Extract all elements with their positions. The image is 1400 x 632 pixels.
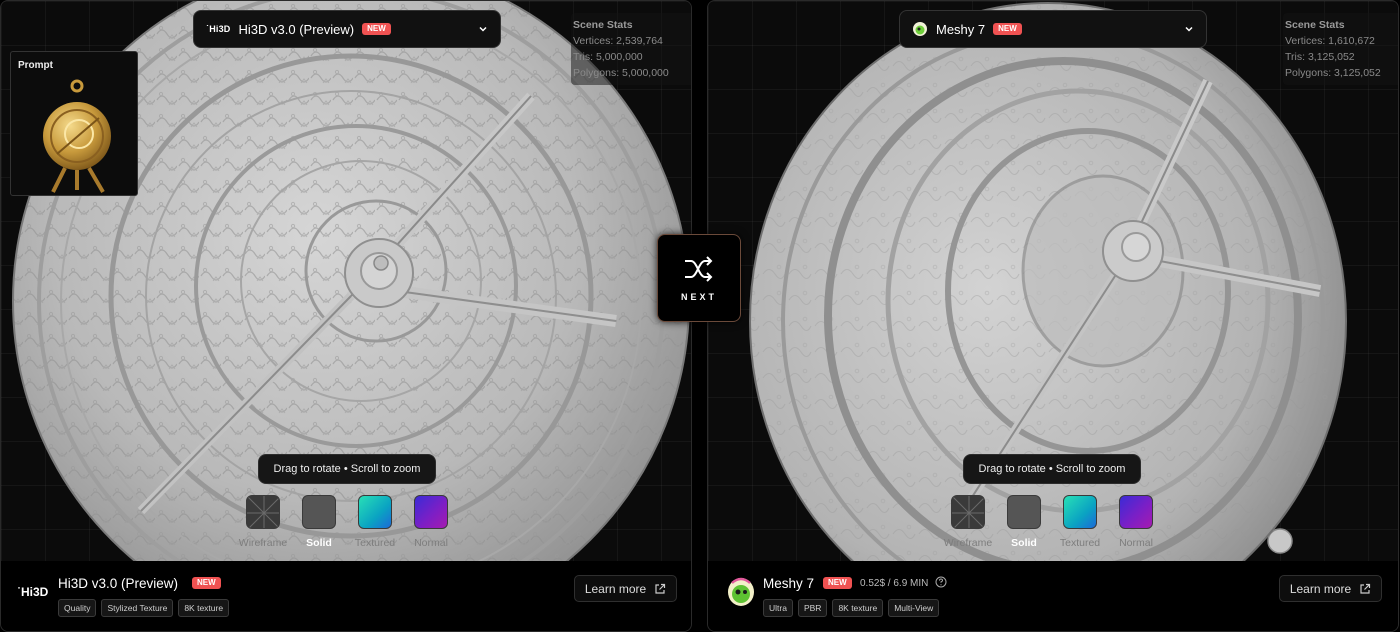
scene-stats-title: Scene Stats xyxy=(1285,19,1345,31)
mode-normal[interactable]: Normal xyxy=(403,495,459,549)
price-label: 0.52$ / 6.9 MIN xyxy=(860,578,929,589)
mode-solid[interactable]: Solid xyxy=(291,495,347,549)
textured-swatch-icon xyxy=(1063,495,1097,529)
normal-swatch-icon xyxy=(1119,495,1153,529)
normal-swatch-icon xyxy=(414,495,448,529)
scene-stats: Scene Stats Vertices: 2,539,764 Tris: 5,… xyxy=(571,13,691,85)
shuffle-icon xyxy=(685,256,713,282)
tag: PBR xyxy=(797,599,828,617)
left-3d-viewport[interactable]: ˙Hi3D Hi3D v3.0 (Preview) NEW Scene Stat… xyxy=(1,1,691,561)
help-icon[interactable] xyxy=(935,576,947,588)
prompt-image xyxy=(43,79,111,194)
right-panel-footer: Meshy 7 NEW 0.52$ / 6.9 MIN Ultra PBR 8K… xyxy=(708,561,1398,631)
mode-label: Textured xyxy=(354,537,396,549)
mode-label: Solid xyxy=(1011,537,1037,549)
mode-label: Textured xyxy=(1059,537,1101,549)
stat-polygons: Polygons: 3,125,052 xyxy=(1285,67,1381,79)
textured-swatch-icon xyxy=(358,495,392,529)
render-mode-selector: Wireframe Solid Textured Normal xyxy=(940,495,1164,549)
model-name: Meshy 7 xyxy=(763,576,815,591)
meshy-logo-icon xyxy=(913,22,927,36)
stat-tris: Tris: 3,125,052 xyxy=(1285,51,1355,63)
mode-wireframe[interactable]: Wireframe xyxy=(940,495,996,549)
left-model-panel: ˙Hi3D Hi3D v3.0 (Preview) NEW Scene Stat… xyxy=(0,0,692,632)
new-badge: NEW xyxy=(823,577,852,589)
new-badge: NEW xyxy=(192,577,221,589)
tag: Ultra xyxy=(763,599,793,617)
learn-more-label: Learn more xyxy=(1289,581,1352,596)
mode-label: Normal xyxy=(1119,537,1153,549)
model-tags: Quality Stylized Texture 8K texture xyxy=(58,599,230,617)
model-tags: Ultra PBR 8K texture Multi-View xyxy=(763,599,940,617)
prompt-label: Prompt xyxy=(18,60,53,71)
next-button[interactable]: NEXT xyxy=(657,234,741,322)
model-select-label: Meshy 7 xyxy=(936,21,986,37)
hi3d-logo: ˙Hi3D xyxy=(206,24,231,34)
right-model-select[interactable]: Meshy 7 NEW xyxy=(899,10,1207,48)
learn-more-label: Learn more xyxy=(584,581,647,596)
external-link-icon xyxy=(1360,583,1371,594)
tag: 8K texture xyxy=(832,599,884,617)
right-3d-viewport[interactable]: Meshy 7 NEW Scene Stats Vertices: 1,610,… xyxy=(708,1,1398,561)
wireframe-swatch-icon xyxy=(951,495,985,529)
right-model-panel: Meshy 7 NEW Scene Stats Vertices: 1,610,… xyxy=(707,0,1399,632)
chevron-down-icon xyxy=(1185,26,1193,32)
new-badge: NEW xyxy=(993,23,1022,35)
navigation-hint: Drag to rotate • Scroll to zoom xyxy=(963,454,1141,484)
solid-swatch-icon xyxy=(1007,495,1041,529)
left-model-select[interactable]: ˙Hi3D Hi3D v3.0 (Preview) NEW xyxy=(193,10,501,48)
solid-swatch-icon xyxy=(302,495,336,529)
mode-wireframe[interactable]: Wireframe xyxy=(235,495,291,549)
mode-textured[interactable]: Textured xyxy=(347,495,403,549)
left-panel-footer: ˙Hi3D Hi3D v3.0 (Preview) NEW Quality St… xyxy=(1,561,691,631)
navigation-hint: Drag to rotate • Scroll to zoom xyxy=(258,454,436,484)
scene-stats-title: Scene Stats xyxy=(573,19,633,31)
model-select-label: Hi3D v3.0 (Preview) xyxy=(238,21,355,37)
tag: Multi-View xyxy=(888,599,940,617)
new-badge: NEW xyxy=(362,23,391,35)
mode-solid[interactable]: Solid xyxy=(996,495,1052,549)
mode-label: Normal xyxy=(414,537,448,549)
mode-label: Solid xyxy=(306,537,332,549)
mode-label: Wireframe xyxy=(238,537,288,549)
learn-more-button[interactable]: Learn more xyxy=(574,575,677,602)
meshy-logo-icon xyxy=(728,577,754,606)
hi3d-logo: ˙Hi3D xyxy=(17,585,49,599)
chevron-down-icon xyxy=(479,26,487,32)
tag: Quality xyxy=(58,599,97,617)
render-mode-selector: Wireframe Solid Textured Normal xyxy=(235,495,459,549)
stat-polygons: Polygons: 5,000,000 xyxy=(573,67,669,79)
mode-label: Wireframe xyxy=(943,537,993,549)
model-name: Hi3D v3.0 (Preview) xyxy=(58,576,179,591)
mode-textured[interactable]: Textured xyxy=(1052,495,1108,549)
stat-tris: Tris: 5,000,000 xyxy=(573,51,643,63)
mode-normal[interactable]: Normal xyxy=(1108,495,1164,549)
external-link-icon xyxy=(655,583,666,594)
stat-vertices: Vertices: 1,610,672 xyxy=(1285,35,1375,47)
wireframe-swatch-icon xyxy=(246,495,280,529)
tag: 8K texture xyxy=(178,599,230,617)
next-label: NEXT xyxy=(680,292,717,302)
stat-vertices: Vertices: 2,539,764 xyxy=(573,35,663,47)
scene-stats: Scene Stats Vertices: 1,610,672 Tris: 3,… xyxy=(1283,13,1398,85)
learn-more-button[interactable]: Learn more xyxy=(1279,575,1382,602)
prompt-preview[interactable]: Prompt xyxy=(10,51,138,196)
tag: Stylized Texture xyxy=(101,599,174,617)
